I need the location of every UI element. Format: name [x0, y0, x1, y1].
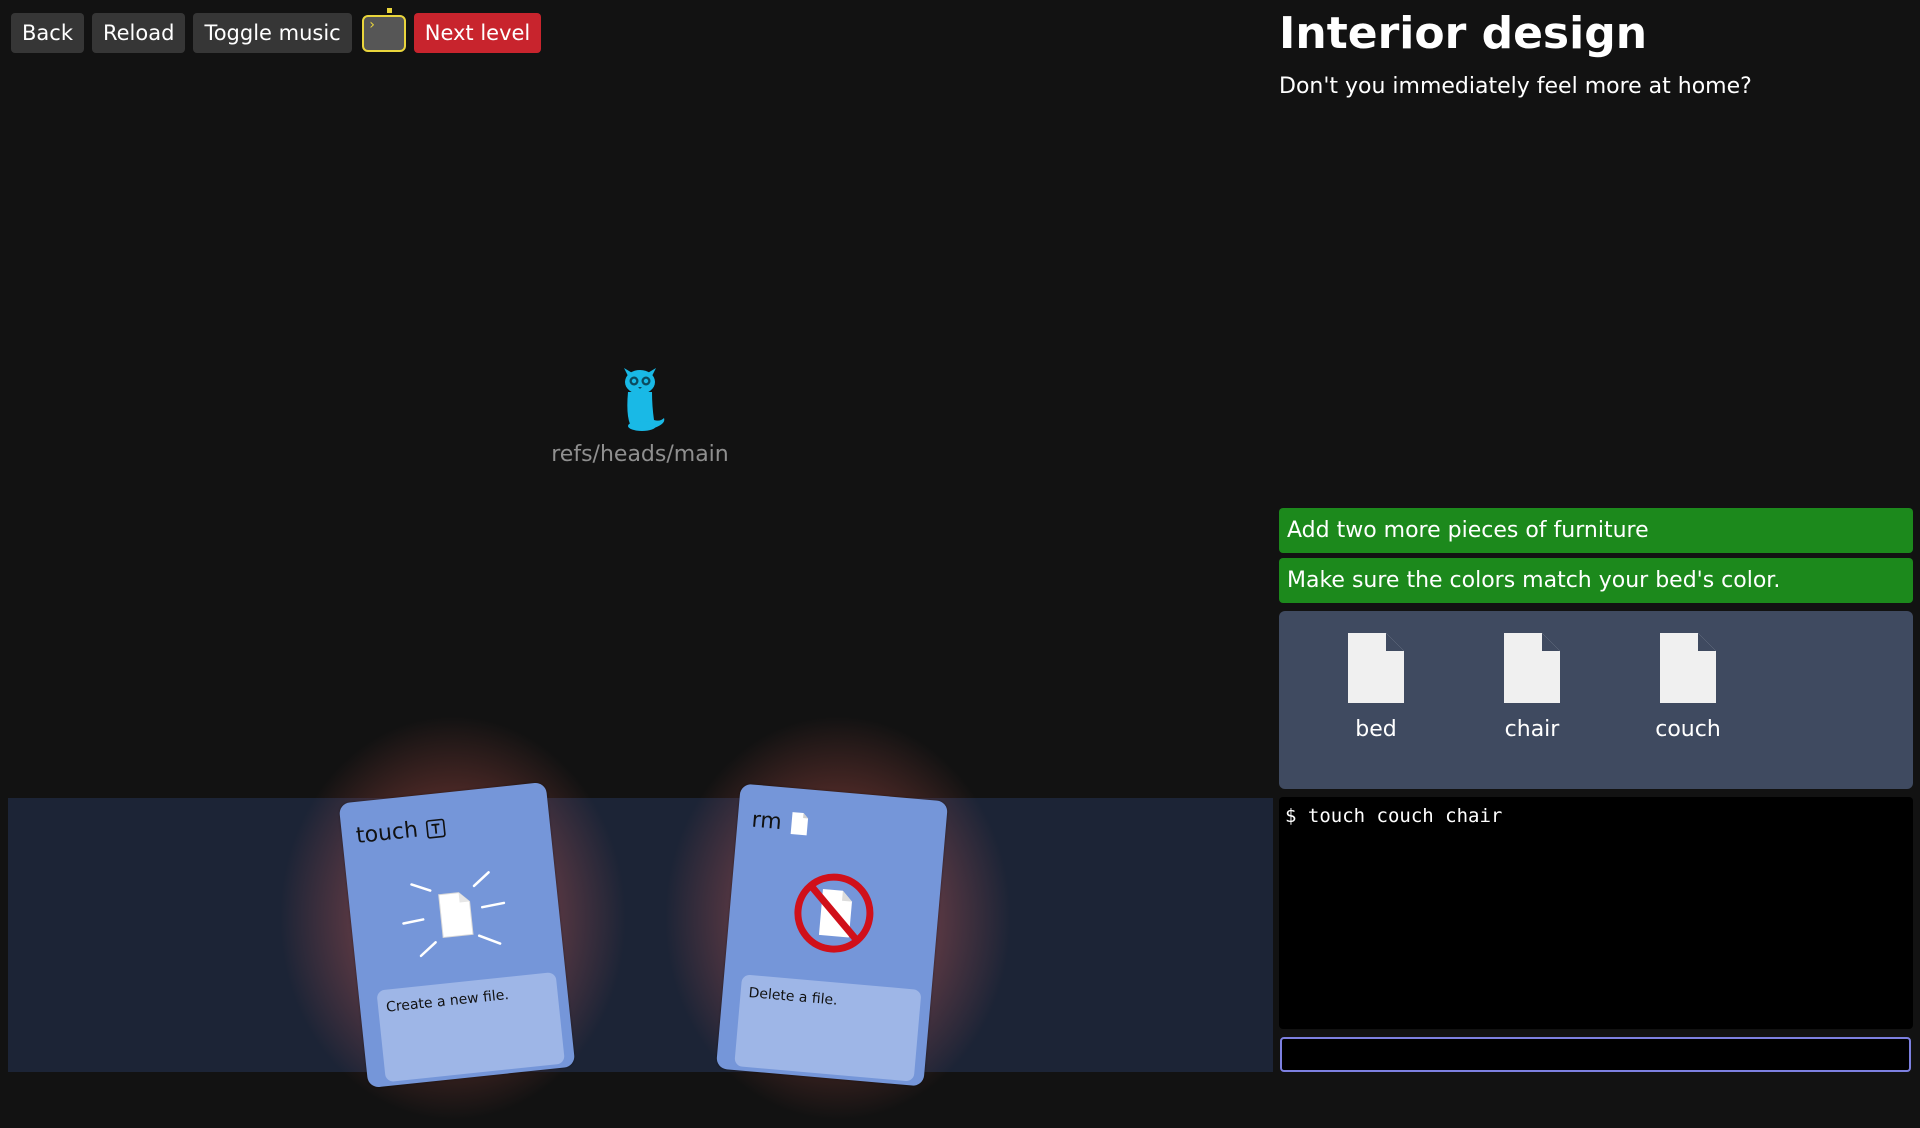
terminal-icon: › — [367, 16, 377, 33]
card-command: rm — [750, 807, 783, 835]
back-button[interactable]: Back — [11, 13, 84, 53]
card-description: Create a new file. — [376, 971, 566, 1083]
file-icon — [790, 812, 809, 836]
file-name: couch — [1655, 717, 1721, 742]
card-title: touch — [355, 815, 447, 849]
card-touch[interactable]: touch Create a new file. — [338, 781, 576, 1089]
text-cursor-icon — [425, 818, 446, 839]
goal-text: Make sure the colors match your bed's co… — [1287, 568, 1781, 593]
card-command: touch — [354, 817, 420, 849]
card-tray: touch Create a new file. rm Delete a fil… — [8, 708, 1273, 1128]
ref-label: refs/heads/main — [551, 442, 729, 467]
file-name: chair — [1504, 717, 1560, 742]
file-item[interactable]: couch — [1638, 631, 1738, 742]
toggle-music-button[interactable]: Toggle music — [193, 13, 352, 53]
file-item[interactable]: bed — [1326, 631, 1426, 742]
file-name: bed — [1355, 717, 1397, 742]
file-burst-icon — [402, 871, 506, 958]
level-description: Don't you immediately feel more at home? — [1279, 74, 1752, 99]
reload-button[interactable]: Reload — [91, 13, 186, 53]
card-title: rm — [751, 807, 811, 838]
ref-node[interactable]: refs/heads/main — [540, 362, 740, 467]
file-item[interactable]: chair — [1482, 631, 1582, 742]
level-title: Interior design — [1279, 8, 1648, 59]
terminal-output: $ touch couch chair — [1279, 797, 1913, 1029]
file-icon — [1504, 633, 1560, 703]
terminal-history-line: $ touch couch chair — [1285, 805, 1503, 827]
terminal-input[interactable] — [1280, 1037, 1911, 1072]
file-prohibited-icon — [794, 873, 874, 953]
next-level-button[interactable]: Next level — [413, 13, 542, 53]
file-browser: bed chair couch — [1279, 611, 1913, 789]
terminal-toggle-button[interactable]: › — [361, 7, 406, 52]
goal-item: Make sure the colors match your bed's co… — [1279, 558, 1913, 603]
card-rm[interactable]: rm Delete a file. — [715, 783, 949, 1087]
goal-text: Add two more pieces of furniture — [1287, 518, 1649, 543]
file-icon — [1348, 633, 1404, 703]
goal-item: Add two more pieces of furniture — [1279, 508, 1913, 553]
card-description: Delete a file. — [734, 974, 922, 1082]
file-icon — [1660, 633, 1716, 703]
octocat-ref-icon — [624, 368, 665, 431]
toolbar: Back Reload Toggle music › Next level — [11, 7, 542, 53]
terminal-indicator-dot — [386, 7, 392, 13]
